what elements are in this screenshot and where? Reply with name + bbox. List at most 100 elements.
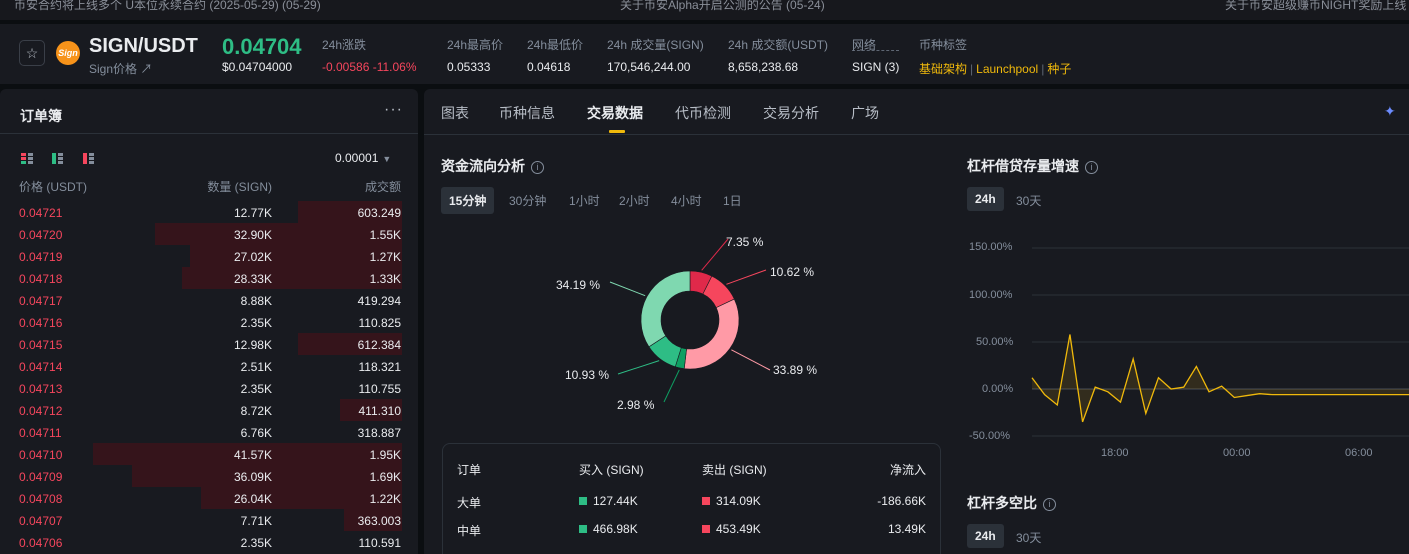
ask-price: 0.04718 <box>19 272 63 286</box>
ask-quantity: 2.35K <box>240 382 272 396</box>
divider <box>0 133 418 134</box>
tags-list: 基础架构 | Launchpool | 种子 <box>919 62 1072 76</box>
orderbook-ask-row[interactable]: 0.04711 6.76K 318.887 <box>0 421 418 443</box>
stat-value: -0.00586 -11.06% <box>322 60 417 74</box>
orderbook-ask-row[interactable]: 0.04714 2.51K 118.321 <box>0 355 418 377</box>
favorite-star-icon[interactable]: ☆ <box>19 40 45 66</box>
ask-total: 318.887 <box>357 426 401 440</box>
announcement-center[interactable]: 关于币安Alpha开启公测的公告 (05-24) <box>620 0 825 13</box>
ask-total: 603.249 <box>357 206 401 220</box>
ask-quantity: 7.71K <box>240 514 272 528</box>
ask-quantity: 12.77K <box>233 206 272 220</box>
ask-total: 110.755 <box>358 382 402 396</box>
depth-bar <box>155 223 402 245</box>
ask-price: 0.04711 <box>19 426 62 440</box>
announcement-strip: 币安合约将上线多个 U本位永续合约 (2025-05-29) (05-29) 关… <box>0 0 1409 20</box>
stat-value: 170,546,244.00 <box>607 60 691 74</box>
ask-total: 1.55K <box>369 228 401 242</box>
orderbook-ask-row[interactable]: 0.04721 12.77K 603.249 <box>0 201 418 223</box>
orderbook-both-icon[interactable] <box>21 153 33 165</box>
sell-value: 314.09K <box>702 494 761 508</box>
long-short-title: 杠杆多空比 i <box>967 493 1056 513</box>
tag-item[interactable]: Launchpool <box>976 62 1038 76</box>
ask-price: 0.04712 <box>19 404 63 418</box>
more-options-icon[interactable]: ··· <box>384 101 403 119</box>
orderbook-ask-row[interactable]: 0.04708 26.04K 1.22K <box>0 487 418 509</box>
stat-label: 24h 成交额(USDT) <box>728 38 829 52</box>
tick-size-select[interactable]: 0.00001 ▼ <box>335 151 391 165</box>
announcement-right[interactable]: 关于币安超级赚币NIGHT奖励上线 <box>1225 0 1406 13</box>
stat-24h-low: 24h最低价 0.04618 <box>527 36 583 74</box>
series-line[interactable] <box>1031 334 1409 423</box>
chevron-down-icon: ▼ <box>382 154 392 164</box>
col-price-header: 价格 (USDT) <box>19 180 87 194</box>
ask-price: 0.04709 <box>19 470 63 484</box>
stat-24h-volume: 24h 成交量(SIGN) 170,546,244.00 <box>607 36 704 74</box>
stat-24h-change: 24h涨跌 -0.00586 -11.06% <box>322 36 417 74</box>
orderbook-sell-icon[interactable] <box>83 153 95 165</box>
sell-value: 453.49K <box>702 522 761 536</box>
ask-quantity: 2.51K <box>240 360 272 374</box>
ask-total: 118.321 <box>358 360 402 374</box>
orderbook-ask-row[interactable]: 0.04720 32.90K 1.55K <box>0 223 418 245</box>
ask-price: 0.04715 <box>19 338 63 352</box>
orderbook-ask-row[interactable]: 0.04712 8.72K 411.310 <box>0 399 418 421</box>
ask-price: 0.04717 <box>19 294 63 308</box>
net-value: -186.66K <box>877 494 926 508</box>
buy-value-text: 466.98K <box>593 522 638 536</box>
tags-label: 币种标签 <box>919 38 968 52</box>
ask-price: 0.04716 <box>19 316 63 330</box>
orderbook-ask-row[interactable]: 0.04706 2.35K 110.591 <box>0 531 418 553</box>
timeframe-30d[interactable]: 30天 <box>1008 524 1049 551</box>
stat-label: 24h涨跌 <box>322 38 367 52</box>
orderbook-ask-row[interactable]: 0.04709 36.09K 1.69K <box>0 465 418 487</box>
orderbook-title: 订单簿 <box>20 108 62 124</box>
tick-size-value: 0.00001 <box>335 151 379 165</box>
ask-total: 1.27K <box>369 250 401 264</box>
orderbook-ask-row[interactable]: 0.04710 41.57K 1.95K <box>0 443 418 465</box>
orderbook-ask-row[interactable]: 0.04717 8.88K 419.294 <box>0 289 418 311</box>
buy-value-text: 127.44K <box>593 494 638 508</box>
series-area <box>1032 334 1409 422</box>
ask-total: 1.33K <box>369 272 401 286</box>
ask-price: 0.04706 <box>19 536 63 550</box>
pair-name[interactable]: SIGN/USDT <box>89 35 198 58</box>
tag-item[interactable]: 基础架构 <box>919 62 967 76</box>
ask-price: 0.04708 <box>19 492 63 506</box>
ask-total: 1.95K <box>369 448 401 462</box>
orderbook-ask-row[interactable]: 0.04719 27.02K 1.27K <box>0 245 418 267</box>
stat-network[interactable]: 网络 SIGN (3) <box>852 36 900 74</box>
buy-color-marker <box>579 497 587 505</box>
ask-total: 110.591 <box>358 536 402 550</box>
orderbook-ask-row[interactable]: 0.04715 12.98K 612.384 <box>0 333 418 355</box>
main-panel: 图表 币种信息 交易数据 代币检测 交易分析 广场 ✦ 资金流向分析 i 15分钟… <box>424 89 1409 554</box>
orderbook-ask-row[interactable]: 0.04716 2.35K 110.825 <box>0 311 418 333</box>
pair-info-link[interactable]: Sign价格 ↗ <box>89 60 152 77</box>
orderbook-ask-row[interactable]: 0.04707 7.71K 363.003 <box>0 509 418 531</box>
stat-value: SIGN (3) <box>852 60 900 74</box>
ask-quantity: 26.04K <box>233 492 272 506</box>
col-total-header: 成交额 <box>364 180 401 194</box>
info-icon[interactable]: i <box>1043 498 1056 511</box>
long-short-title-text: 杠杆多空比 <box>967 495 1037 511</box>
tag-item[interactable]: 种子 <box>1047 62 1071 76</box>
ask-price: 0.04721 <box>19 206 63 220</box>
ask-price: 0.04714 <box>19 360 63 374</box>
stat-value: 8,658,238.68 <box>728 60 799 74</box>
timeframe-24h[interactable]: 24h <box>967 524 1004 548</box>
row-label: 大单 <box>457 496 482 510</box>
stat-label: 24h最低价 <box>527 38 584 52</box>
orderbook-panel: 订单簿 ··· 0.00001 ▼ 价格 (USDT) 数量 (SIGN) 成交额… <box>0 89 418 554</box>
orderbook-buy-icon[interactable] <box>52 153 64 165</box>
ask-total: 419.294 <box>357 294 401 308</box>
stat-24h-high: 24h最高价 0.05333 <box>447 36 503 74</box>
ask-quantity: 2.35K <box>240 536 272 550</box>
sell-color-marker <box>702 525 710 533</box>
stat-value: 0.05333 <box>447 60 491 74</box>
orderbook-ask-row[interactable]: 0.04718 28.33K 1.33K <box>0 267 418 289</box>
ask-price: 0.04707 <box>19 514 63 528</box>
announcement-left[interactable]: 币安合约将上线多个 U本位永续合约 (2025-05-29) (05-29) <box>14 0 321 13</box>
orderbook-ask-row[interactable]: 0.04713 2.35K 110.755 <box>0 377 418 399</box>
ask-price: 0.04719 <box>19 250 63 264</box>
buy-value: 127.44K <box>579 494 638 508</box>
